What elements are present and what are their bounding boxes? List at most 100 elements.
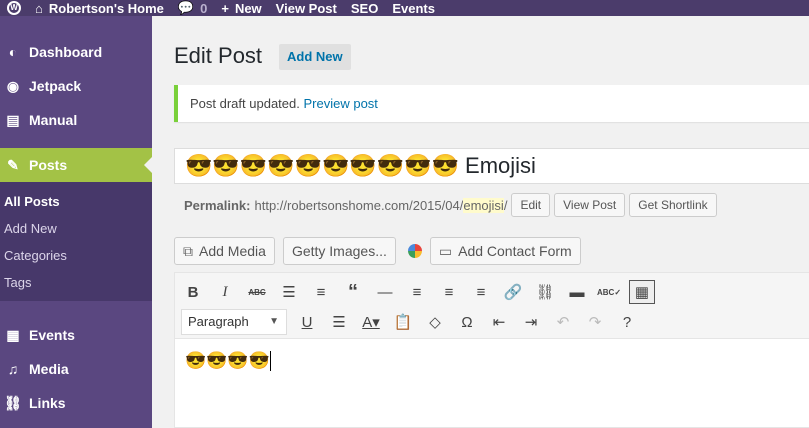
sidebar-item-jetpack[interactable]: ◉ Jetpack (0, 69, 152, 103)
plus-icon: + (221, 0, 229, 16)
bulleted-list-icon[interactable]: ☰ (277, 280, 301, 304)
submenu-item-tags[interactable]: Tags (4, 275, 31, 290)
jetpack-icon: ◉ (6, 77, 20, 94)
redo-icon[interactable]: ↷ (583, 310, 607, 334)
sidebar-item-posts[interactable]: ✎ Posts (0, 148, 152, 182)
sidebar-item-label: Jetpack (29, 78, 82, 94)
media-buttons: ⧉ Add Media Getty Images... ▭ Add Contac… (174, 237, 589, 265)
sidebar-item-label: Links (29, 395, 66, 411)
indent-icon[interactable]: ⇥ (519, 310, 543, 334)
blockquote-icon[interactable]: “ (341, 280, 365, 304)
sidebar-item-label: Dashboard (29, 44, 103, 60)
wordpress-logo-icon[interactable]: W (3, 0, 25, 16)
format-select[interactable]: Paragraph ▼ (181, 309, 287, 335)
special-character-icon[interactable]: Ω (455, 310, 479, 334)
spellcheck-icon[interactable]: ABC✓ (597, 280, 621, 304)
sidebar-item-label: Posts (29, 157, 68, 173)
sidebar-item-manual[interactable]: ▤ Manual (0, 103, 152, 137)
paste-as-text-icon[interactable]: 📋 (391, 310, 415, 334)
clear-formatting-icon[interactable]: ◇ (423, 310, 447, 334)
read-more-icon[interactable]: ▬ (565, 280, 589, 304)
dashboard-icon: ◐ (8, 44, 18, 60)
preview-post-link[interactable]: Preview post (303, 96, 377, 111)
posts-submenu: All Posts Add New Categories Tags (0, 182, 152, 301)
main-content: Edit Post Add New Post draft updated. Pr… (152, 16, 809, 428)
add-new-button[interactable]: Add New (279, 44, 351, 70)
manual-icon: ▤ (6, 111, 20, 128)
link-icon: ⛓ (4, 394, 22, 411)
add-contact-form-label: Add Contact Form (458, 243, 572, 259)
help-icon[interactable]: ? (615, 310, 639, 334)
undo-icon[interactable]: ↶ (551, 310, 575, 334)
justify-icon[interactable]: ☰ (327, 310, 351, 334)
comments-count: 0 (200, 0, 208, 16)
bold-icon[interactable]: B (181, 280, 205, 304)
post-editor: B I ABC ☰ ≡ “ — ≡ ≡ ≡ 🔗 ⛓ ▬ ABC✓ ▦ Parag… (174, 272, 809, 428)
pin-icon: ✎ (7, 156, 19, 173)
active-menu-arrow (144, 157, 152, 173)
permalink-base: http://robertsonshome.com/2015/04/ (254, 197, 464, 213)
admin-bar: W ⌂ Robertson's Home 💬 0 + New View Post… (0, 0, 809, 16)
admin-sidebar: ◐ Dashboard ◉ Jetpack ▤ Manual ✎ Posts A… (0, 16, 152, 428)
text-cursor (269, 351, 271, 371)
editor-content-area[interactable]: 😎😎😎😎 (185, 351, 271, 371)
site-name-label: Robertson's Home (48, 0, 164, 16)
editor-content-text: 😎😎😎😎 (185, 351, 270, 370)
toolbar-row-2: Paragraph ▼ U ☰ A▾ 📋 ◇ Ω ⇤ ⇥ ↶ ↷ ? (181, 309, 647, 335)
format-select-value: Paragraph (188, 314, 249, 329)
events-link[interactable]: Events (392, 0, 435, 16)
calendar-icon: ▦ (6, 326, 20, 343)
submenu-item-add-new[interactable]: Add New (4, 221, 57, 236)
align-left-icon[interactable]: ≡ (405, 280, 429, 304)
sidebar-item-label: Manual (29, 112, 78, 128)
permalink-row: Permalink: http://robertsonshome.com/201… (184, 193, 717, 217)
submenu-item-all-posts[interactable]: All Posts (4, 194, 60, 209)
italic-icon[interactable]: I (213, 280, 237, 304)
new-content-link[interactable]: + New (221, 0, 261, 16)
sidebar-item-media[interactable]: ♫ Media (0, 352, 152, 386)
editor-toolbar: B I ABC ☰ ≡ “ — ≡ ≡ ≡ 🔗 ⛓ ▬ ABC✓ ▦ Parag… (175, 273, 809, 339)
toolbar-toggle-icon[interactable]: ▦ (629, 280, 655, 304)
chevron-down-icon: ▼ (269, 316, 279, 327)
align-right-icon[interactable]: ≡ (469, 280, 493, 304)
sidebar-item-links[interactable]: ⛓ Links (0, 386, 152, 420)
page-title: Edit Post (174, 43, 263, 68)
site-name-link[interactable]: ⌂ Robertson's Home (35, 0, 164, 16)
add-media-button[interactable]: ⧉ Add Media (174, 237, 275, 265)
media-icon: ⧉ (183, 243, 193, 259)
horizontal-line-icon[interactable]: — (373, 280, 397, 304)
edit-permalink-button[interactable]: Edit (511, 193, 551, 217)
add-contact-form-button[interactable]: ▭ Add Contact Form (429, 237, 581, 265)
outdent-icon[interactable]: ⇤ (487, 310, 511, 334)
seo-link[interactable]: SEO (351, 0, 378, 16)
permalink-label: Permalink: (184, 197, 251, 213)
sidebar-item-label: Media (29, 361, 69, 377)
update-notice: Post draft updated. Preview post (174, 85, 809, 122)
comments-link[interactable]: 💬 0 (178, 0, 207, 16)
numbered-list-icon[interactable]: ≡ (309, 280, 333, 304)
view-post-button[interactable]: View Post (554, 193, 626, 217)
comment-icon: 💬 (177, 0, 195, 15)
permalink-trailing-slash: / (503, 197, 508, 213)
getty-images-button[interactable]: Getty Images... (282, 237, 396, 265)
new-label: New (234, 0, 262, 16)
align-center-icon[interactable]: ≡ (437, 280, 461, 304)
underline-icon[interactable]: U (295, 310, 319, 334)
notice-text: Post draft updated. (190, 96, 300, 111)
media-icon: ♫ (7, 361, 19, 377)
sidebar-item-dashboard[interactable]: ◐ Dashboard (0, 35, 152, 69)
toolbar-row-1: B I ABC ☰ ≡ “ — ≡ ≡ ≡ 🔗 ⛓ ▬ ABC✓ ▦ (181, 279, 663, 305)
strikethrough-icon[interactable]: ABC (245, 280, 269, 304)
picasa-icon[interactable] (407, 244, 422, 258)
text-color-icon[interactable]: A▾ (359, 310, 383, 334)
permalink-slug[interactable]: emojisi (463, 197, 504, 213)
remove-link-icon[interactable]: ⛓ (533, 280, 557, 304)
submenu-item-categories[interactable]: Categories (4, 248, 67, 263)
insert-link-icon[interactable]: 🔗 (501, 280, 525, 304)
sidebar-item-events[interactable]: ▦ Events (0, 318, 152, 352)
form-icon: ▭ (438, 243, 453, 259)
sidebar-item-label: Events (29, 327, 75, 343)
post-title-input[interactable]: 😎😎😎😎😎😎😎😎😎😎 Emojisi (174, 148, 809, 184)
get-shortlink-button[interactable]: Get Shortlink (629, 193, 717, 217)
view-post-link[interactable]: View Post (276, 0, 337, 16)
